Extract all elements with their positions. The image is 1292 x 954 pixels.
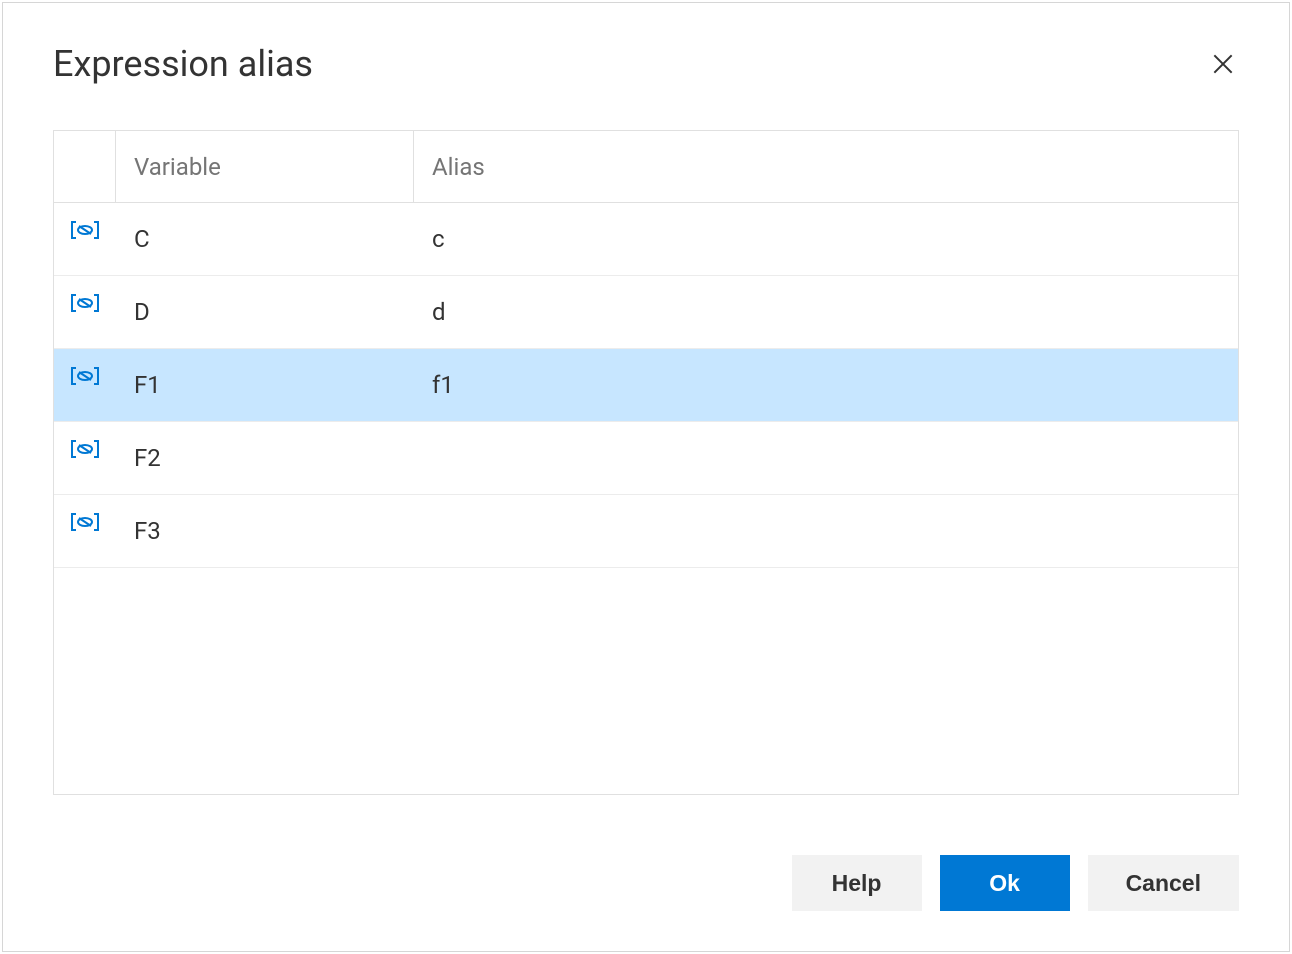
variable-icon	[69, 439, 101, 459]
row-variable-cell: F1	[116, 371, 414, 399]
row-variable-cell: D	[116, 298, 414, 326]
table-row[interactable]: F3	[54, 495, 1238, 568]
ok-button[interactable]: Ok	[940, 855, 1070, 911]
variable-icon	[69, 293, 101, 313]
variable-icon	[69, 512, 101, 532]
close-icon	[1210, 51, 1236, 77]
row-icon-cell	[54, 311, 116, 313]
table-body: C c D d	[54, 203, 1238, 794]
column-header-alias[interactable]: Alias	[414, 131, 1238, 202]
column-header-icon	[54, 131, 116, 202]
column-header-variable[interactable]: Variable	[116, 131, 414, 202]
row-alias-cell[interactable]: c	[414, 225, 1238, 253]
row-icon-cell	[54, 530, 116, 532]
table-row[interactable]: F1 f1	[54, 349, 1238, 422]
table-row[interactable]: C c	[54, 203, 1238, 276]
variable-icon	[69, 366, 101, 386]
close-button[interactable]	[1207, 48, 1239, 80]
row-alias-cell[interactable]: f1	[414, 371, 1238, 399]
row-icon-cell	[54, 457, 116, 459]
cancel-button[interactable]: Cancel	[1088, 855, 1239, 911]
row-icon-cell	[54, 384, 116, 386]
row-variable-cell: F2	[116, 444, 414, 472]
table-header: Variable Alias	[54, 131, 1238, 203]
row-variable-cell: F3	[116, 517, 414, 545]
alias-table: Variable Alias C c	[53, 130, 1239, 795]
dialog-header: Expression alias	[53, 43, 1239, 85]
dialog-footer: Help Ok Cancel	[53, 855, 1239, 911]
expression-alias-dialog: Expression alias Variable Alias	[2, 2, 1290, 952]
help-button[interactable]: Help	[792, 855, 922, 911]
row-alias-cell[interactable]: d	[414, 298, 1238, 326]
variable-icon	[69, 220, 101, 240]
table-row[interactable]: D d	[54, 276, 1238, 349]
table-row[interactable]: F2	[54, 422, 1238, 495]
dialog-title: Expression alias	[53, 43, 313, 85]
row-icon-cell	[54, 238, 116, 240]
row-variable-cell: C	[116, 225, 414, 253]
